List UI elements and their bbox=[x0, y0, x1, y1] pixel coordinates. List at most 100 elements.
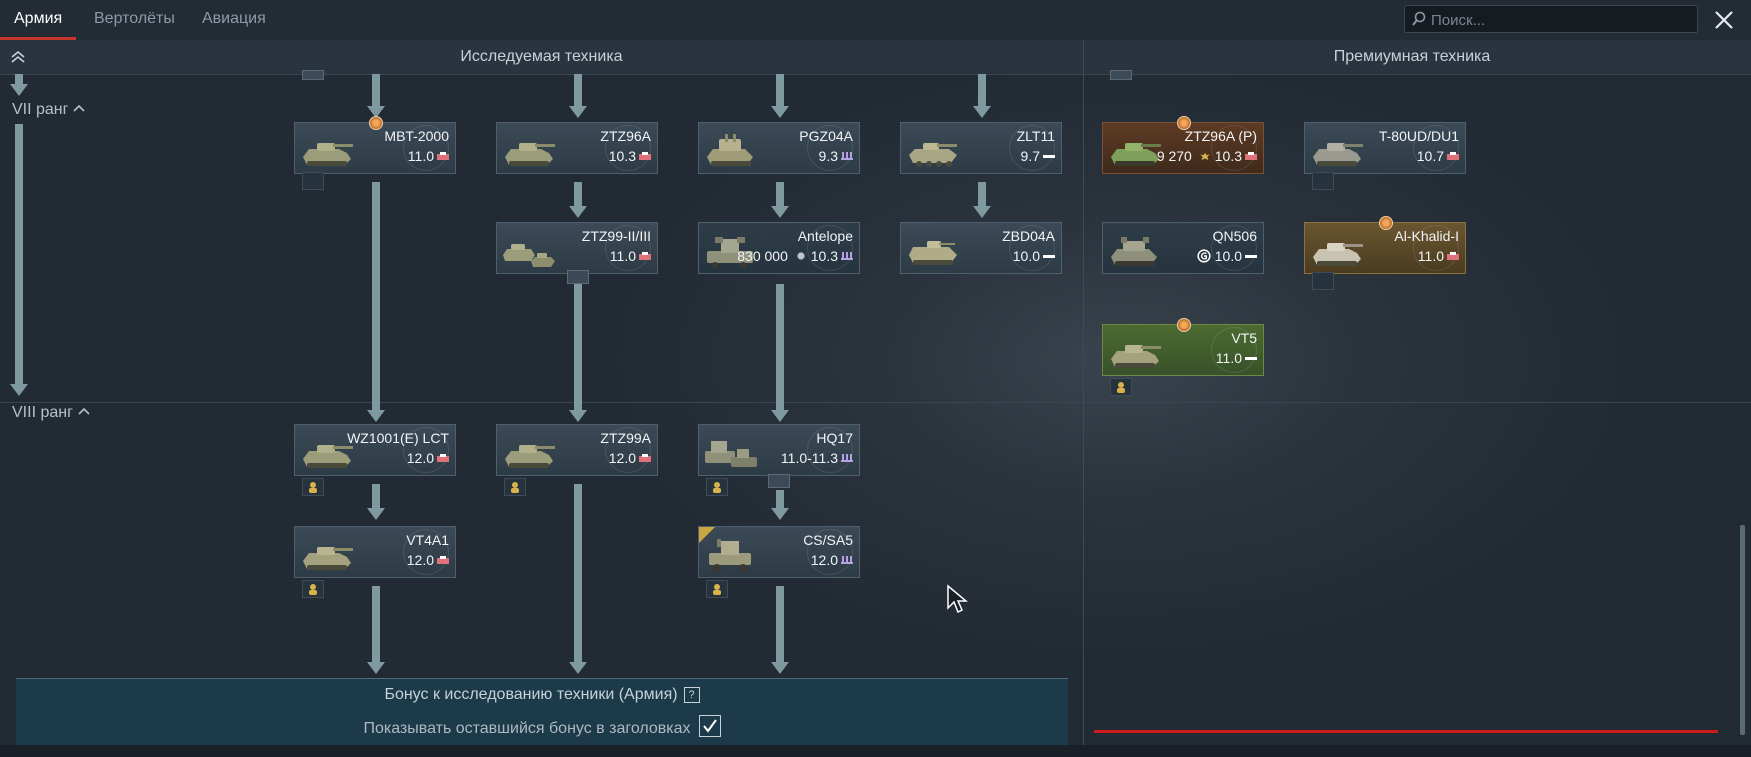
vehicle-card-zlt11[interactable]: ZLT11 9.7 bbox=[900, 122, 1062, 174]
vehicle-card-vt4a1[interactable]: VT4A1 12.0 bbox=[294, 526, 456, 578]
researched-column-title: Исследуемая техника bbox=[460, 48, 623, 65]
show-bonus-checkbox[interactable] bbox=[698, 715, 721, 737]
rank-label-viii[interactable]: VIII ранг bbox=[12, 404, 90, 422]
tree-connector bbox=[776, 74, 784, 108]
vehicle-card-ztz96a[interactable]: ZTZ96A 10.3 bbox=[496, 122, 658, 174]
vehicle-name: ZTZ96A (P) bbox=[1184, 128, 1257, 144]
checkmark-icon bbox=[702, 719, 717, 733]
light-tank-class-icon bbox=[1043, 155, 1055, 158]
crew-slot-icon[interactable] bbox=[706, 478, 728, 496]
tree-connector bbox=[776, 586, 784, 666]
spaa-icon bbox=[707, 134, 753, 166]
chevron-up-icon bbox=[73, 104, 86, 112]
tree-connector bbox=[574, 284, 582, 414]
event-badge-icon bbox=[1379, 216, 1393, 230]
tank-icon bbox=[505, 445, 555, 468]
crew-slot-icon[interactable] bbox=[302, 580, 324, 598]
search-box[interactable] bbox=[1404, 5, 1698, 33]
crew-slot-icon[interactable] bbox=[1110, 378, 1132, 396]
tree-connector bbox=[372, 74, 380, 108]
tank-class-icon bbox=[1245, 152, 1257, 160]
crew-icon bbox=[511, 482, 519, 493]
tank-icon bbox=[505, 143, 555, 166]
light-tank-class-icon bbox=[1245, 255, 1257, 258]
crew-slot-icon[interactable] bbox=[706, 580, 728, 598]
tech-tree-window: Армия Вертолёты Авиация Исследуемая техн… bbox=[0, 0, 1751, 757]
tank-group-icon bbox=[503, 244, 555, 267]
crew-slot-icon[interactable] bbox=[302, 478, 324, 496]
tank-icon bbox=[1313, 143, 1363, 166]
tree-connector bbox=[372, 182, 380, 414]
gift-vehicle-icon bbox=[1197, 249, 1211, 263]
tree-arrowhead bbox=[771, 410, 789, 422]
tree-arrowhead bbox=[771, 106, 789, 118]
tank-class-icon bbox=[639, 252, 651, 260]
tree-connector bbox=[978, 74, 986, 108]
tree-arrowhead bbox=[569, 662, 587, 674]
tree-arrowhead bbox=[973, 106, 991, 118]
rank-label-vii[interactable]: VII ранг bbox=[12, 101, 86, 119]
tank-class-icon bbox=[1447, 252, 1459, 260]
tank-class-icon bbox=[639, 454, 651, 462]
crew-icon bbox=[309, 584, 317, 595]
vehicle-name: CS/SA5 bbox=[803, 532, 853, 548]
crew-slot-icon[interactable] bbox=[504, 478, 526, 496]
battle-rating: 11.0 bbox=[1417, 248, 1444, 264]
vehicle-name: ZTZ96A bbox=[600, 128, 651, 144]
crew-icon bbox=[1117, 382, 1125, 393]
tree-arrowhead bbox=[771, 662, 789, 674]
silver-lions-icon bbox=[797, 252, 805, 260]
tank-icon bbox=[303, 143, 353, 166]
tank-icon bbox=[303, 547, 353, 570]
folder-expand-icon[interactable] bbox=[768, 474, 790, 488]
vehicle-card-cs-sa5[interactable]: CS/SA5 12.0 bbox=[698, 526, 860, 578]
battle-rating: 11.0-11.3 bbox=[780, 450, 838, 466]
event-badge-icon bbox=[369, 116, 383, 130]
close-icon[interactable] bbox=[1708, 4, 1740, 36]
search-icon bbox=[1412, 11, 1426, 26]
vehicle-name: VT5 bbox=[1231, 330, 1257, 346]
vehicle-card-pgz04a[interactable]: PGZ04A 9.3 bbox=[698, 122, 860, 174]
battle-rating: 12.0 bbox=[608, 450, 636, 466]
help-icon[interactable]: ? bbox=[683, 687, 700, 703]
tab-army[interactable]: Армия bbox=[0, 0, 77, 40]
crew-slot-icon bbox=[302, 172, 324, 190]
spaa-group-icon bbox=[705, 441, 757, 467]
tree-arrowhead bbox=[367, 508, 385, 520]
battle-rating: 11.0 bbox=[609, 248, 636, 264]
battle-rating: 9.7 bbox=[1020, 148, 1040, 164]
vehicle-folder-ztz99-ii-iii[interactable]: ZTZ99-II/III 11.0 bbox=[496, 222, 658, 274]
top-bar: Армия Вертолёты Авиация bbox=[0, 0, 1751, 40]
vehicle-card-wz1001e-lct[interactable]: WZ1001(E) LCT 12.0 bbox=[294, 424, 456, 476]
tree-header: Исследуемая техника Премиумная техника bbox=[0, 40, 1751, 75]
search-input[interactable] bbox=[1429, 8, 1695, 32]
vehicle-card-antelope[interactable]: Antelope 830 000 10.3 bbox=[698, 222, 860, 274]
battle-rating: 10.7 bbox=[1416, 148, 1444, 164]
vehicle-name: QN506 bbox=[1212, 228, 1257, 244]
scrollbar-thumb[interactable] bbox=[1740, 525, 1745, 735]
battle-rating: 12.0 bbox=[406, 552, 434, 568]
tree-arrowhead bbox=[367, 662, 385, 674]
event-badge-icon bbox=[1177, 318, 1191, 332]
vehicle-card-zbd04a[interactable]: ZBD04A 10.0 bbox=[900, 222, 1062, 274]
vehicle-card-ztz99a[interactable]: ZTZ99A 12.0 bbox=[496, 424, 658, 476]
tank-class-icon bbox=[437, 556, 449, 564]
silver-price: 830 000 bbox=[737, 248, 788, 264]
vehicle-card-qn506[interactable]: QN506 10.0 bbox=[1102, 222, 1264, 274]
rank-divider bbox=[0, 402, 1751, 403]
tab-helicopters[interactable]: Вертолёты bbox=[80, 0, 189, 40]
tab-aviation[interactable]: Авиация bbox=[188, 0, 280, 40]
folder-expand-icon[interactable] bbox=[567, 270, 589, 284]
battle-rating: 10.0 bbox=[1214, 248, 1242, 264]
battle-rating: 10.3 bbox=[810, 248, 838, 264]
battle-rating: 12.0 bbox=[810, 552, 838, 568]
squadron-corner-icon bbox=[699, 527, 715, 543]
crew-slot-icon bbox=[1312, 272, 1334, 290]
tree-arrowhead bbox=[569, 410, 587, 422]
tree-connector bbox=[776, 284, 784, 414]
research-bonus-panel: Бонус к исследованию техники (Армия)? По… bbox=[16, 678, 1068, 745]
vehicle-card-t-80ud-du1[interactable]: T-80UD/DU1 10.7 bbox=[1304, 122, 1466, 174]
vehicle-name: ZTZ99-II/III bbox=[581, 228, 651, 244]
vehicle-folder-hq17[interactable]: HQ17 11.0-11.3 bbox=[698, 424, 860, 476]
vehicle-name: ZTZ99A bbox=[600, 430, 651, 446]
